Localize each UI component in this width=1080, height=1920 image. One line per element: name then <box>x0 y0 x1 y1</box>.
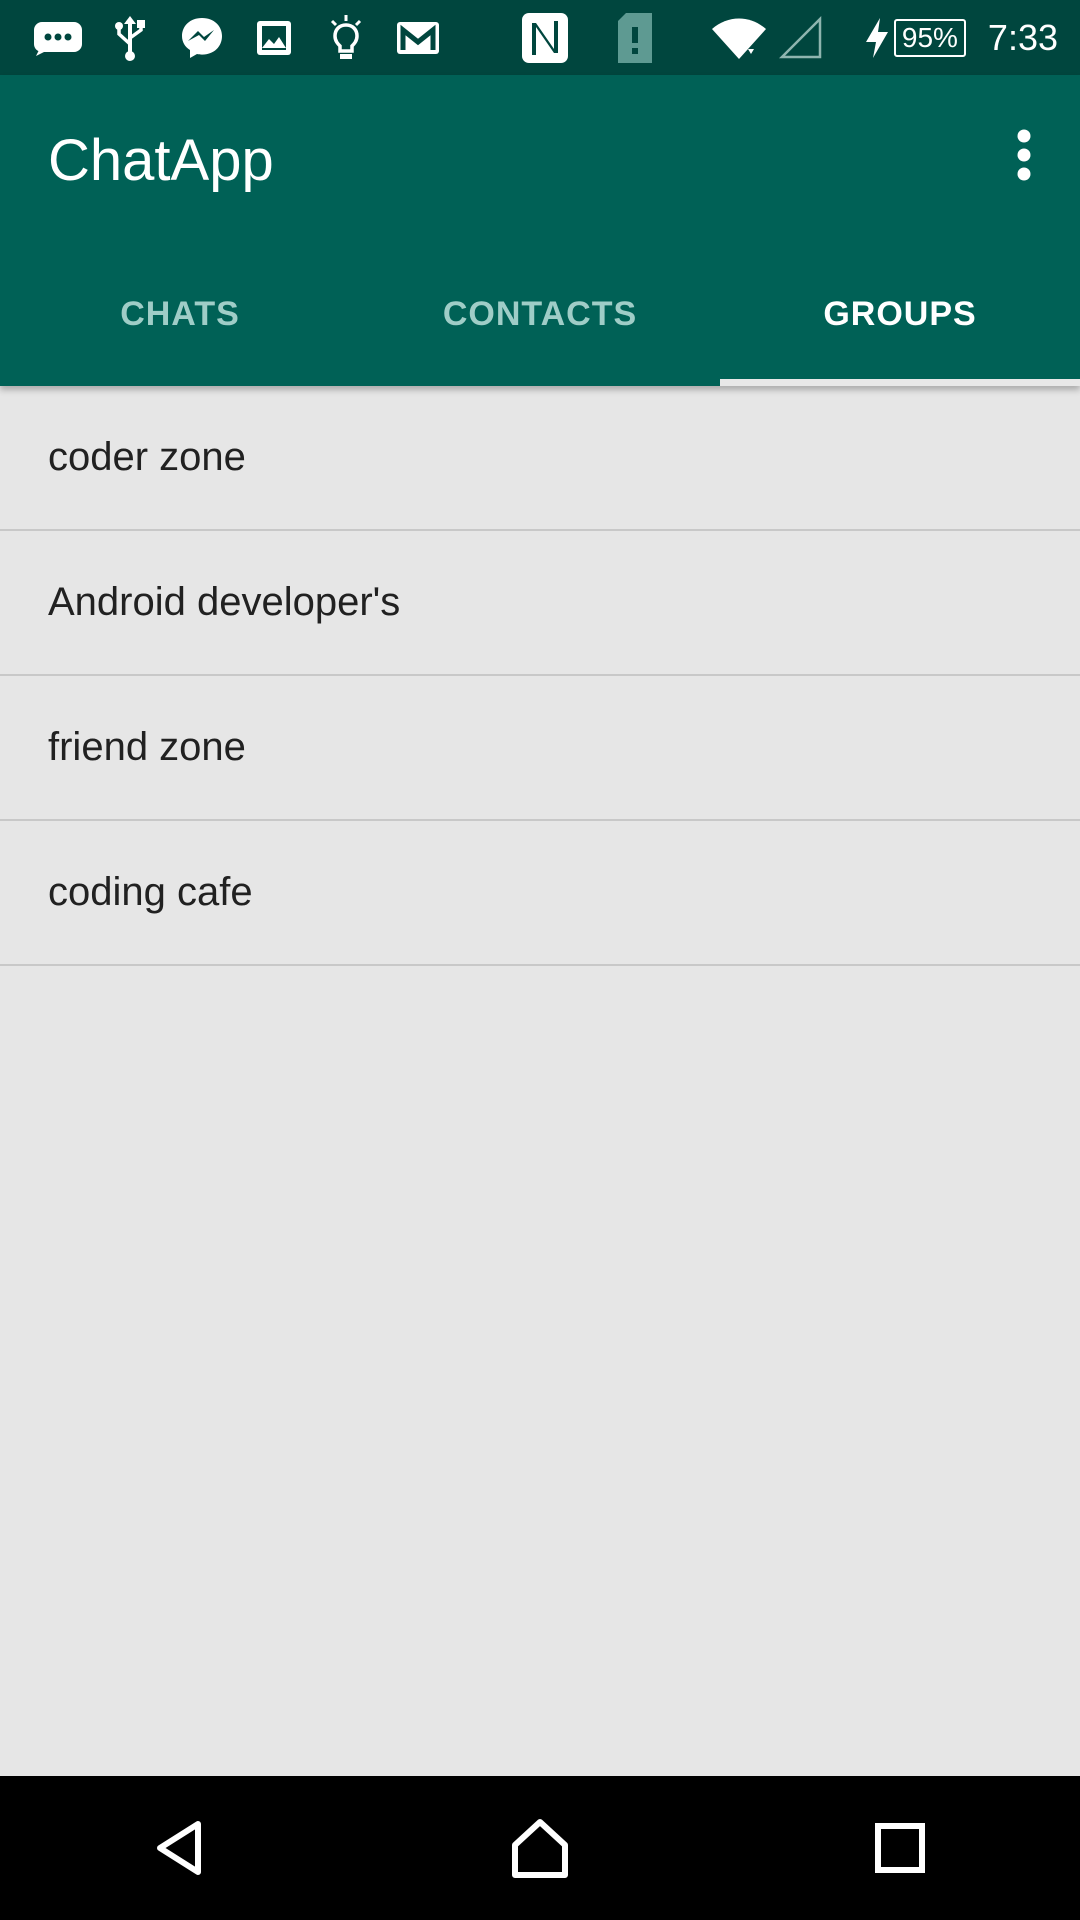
recents-button[interactable] <box>840 1788 960 1908</box>
gallery-icon <box>238 0 310 75</box>
home-button[interactable] <box>480 1788 600 1908</box>
list-item[interactable]: coder zone <box>0 386 1080 531</box>
tab-label: CHATS <box>120 294 240 333</box>
tab-bar: CHATS CONTACTS GROUPS <box>0 242 1080 386</box>
tab-chats[interactable]: CHATS <box>0 242 360 386</box>
sim-alert-icon <box>616 0 654 75</box>
wifi-icon <box>710 0 768 75</box>
cell-signal-icon <box>778 0 824 75</box>
nfc-icon <box>520 0 570 75</box>
group-list: coder zone Android developer's friend zo… <box>0 386 1080 966</box>
group-name: friend zone <box>48 725 246 769</box>
tab-label: GROUPS <box>823 294 977 333</box>
app-title: ChatApp <box>48 128 274 193</box>
back-button[interactable] <box>120 1788 240 1908</box>
battery-percent: 95% <box>893 18 966 57</box>
tab-contacts[interactable]: CONTACTS <box>360 242 720 386</box>
home-icon <box>512 1819 568 1878</box>
tab-label: CONTACTS <box>442 294 638 333</box>
screen: 95% 7:33 ChatApp CHATS CONTACTS GROUPS c… <box>0 0 1080 1920</box>
status-bar: 95% 7:33 <box>0 0 1080 75</box>
lightbulb-icon <box>310 0 382 75</box>
usb-icon <box>94 0 166 75</box>
recents-icon <box>875 1823 925 1873</box>
group-name: coder zone <box>48 435 246 479</box>
tab-groups[interactable]: GROUPS <box>720 242 1080 386</box>
overflow-menu-icon <box>1017 129 1031 181</box>
message-icon <box>22 0 94 75</box>
overflow-menu-button[interactable] <box>988 115 1060 195</box>
group-name: Android developer's <box>48 580 401 624</box>
messenger-icon <box>166 0 238 75</box>
list-item[interactable]: coding cafe <box>0 821 1080 966</box>
system-status-icons: 95% 7:33 <box>520 0 1058 75</box>
app-bar: ChatApp CHATS CONTACTS GROUPS <box>0 75 1080 386</box>
charging-icon <box>864 0 890 75</box>
battery-indicator: 95% <box>893 0 966 75</box>
list-item[interactable]: friend zone <box>0 676 1080 821</box>
group-name: coding cafe <box>48 870 253 914</box>
navigation-bar <box>0 1776 1080 1920</box>
clock: 7:33 <box>987 16 1058 58</box>
back-icon <box>157 1821 201 1875</box>
list-item[interactable]: Android developer's <box>0 531 1080 676</box>
notification-icons <box>22 0 454 75</box>
gmail-icon <box>382 0 454 75</box>
